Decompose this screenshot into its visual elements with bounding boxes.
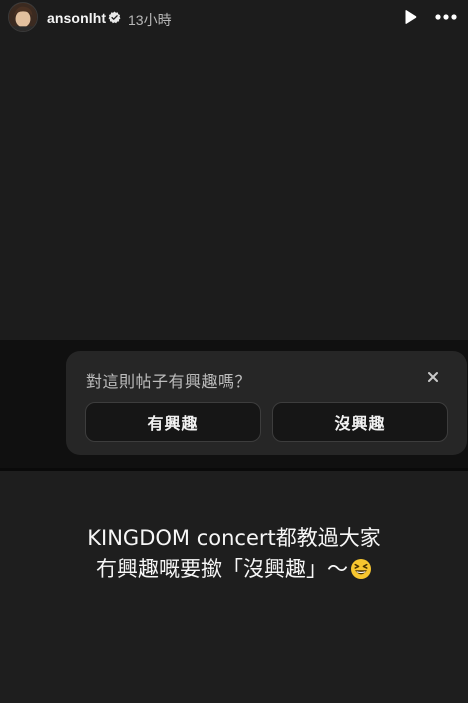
not-interested-button[interactable]: 沒興趣: [272, 402, 448, 442]
story-header: ansonlht 13小時: [0, 0, 468, 38]
avatar-image: [9, 3, 37, 31]
verified-badge-icon: [108, 11, 121, 24]
interested-button[interactable]: 有興趣: [85, 402, 261, 442]
username[interactable]: ansonlht: [47, 10, 106, 26]
caption-line-1: KINGDOM concert都教過大家: [87, 526, 381, 550]
post-time: 13小時: [128, 12, 172, 28]
feedback-question: 對這則帖子有興趣嗎？: [86, 374, 252, 391]
more-dots-icon[interactable]: [434, 8, 458, 26]
play-icon[interactable]: [402, 9, 418, 25]
close-icon[interactable]: [424, 368, 442, 386]
interested-button-label: 有興趣: [147, 416, 199, 433]
avatar[interactable]: [8, 2, 38, 32]
caption-line-2: 冇興趣嘅要撳「沒興趣」～: [96, 557, 348, 581]
caption-line-2-wrapper: 冇興趣嘅要撳「沒興趣」～: [0, 554, 468, 585]
interest-feedback-card: 對這則帖子有興趣嗎？ 有興趣 沒興趣: [66, 351, 467, 455]
not-interested-button-label: 沒興趣: [334, 416, 386, 433]
grinning-squinting-face-emoji-icon: [350, 558, 372, 580]
story-lower-panel: [0, 471, 468, 703]
story-upper-panel: [0, 0, 468, 340]
story-caption: KINGDOM concert都教過大家 冇興趣嘅要撳「沒興趣」～: [0, 523, 468, 585]
